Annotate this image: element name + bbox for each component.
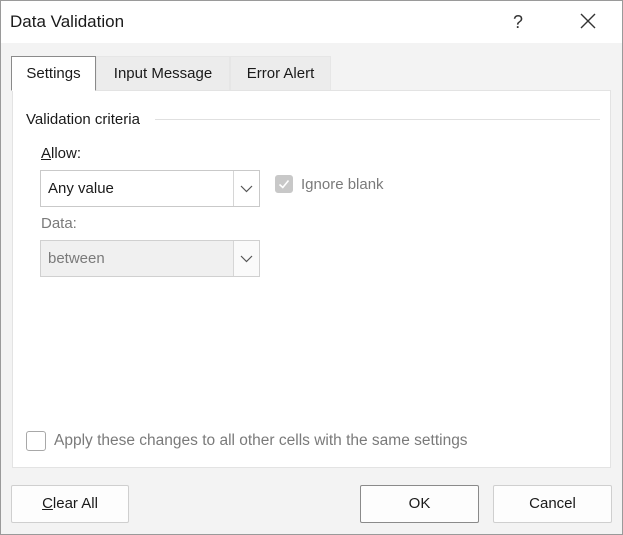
title-bar: Data Validation ? <box>1 1 622 43</box>
ignore-blank-label: Ignore blank <box>301 175 384 193</box>
allow-select-value: Any value <box>48 180 114 197</box>
tab-error-alert[interactable]: Error Alert <box>230 56 331 90</box>
dialog-title: Data Validation <box>10 12 125 31</box>
close-button[interactable] <box>566 5 610 39</box>
chevron-down-icon <box>240 255 253 263</box>
allow-label: Allow: <box>41 145 81 162</box>
clear-all-button[interactable]: Clear All <box>11 485 129 523</box>
ignore-blank-checkbox-row[interactable]: Ignore blank <box>275 175 384 193</box>
tab-settings[interactable]: Settings <box>11 56 96 91</box>
data-dropdown-button[interactable] <box>233 241 259 276</box>
cancel-button[interactable]: Cancel <box>493 485 612 523</box>
apply-all-checkbox[interactable] <box>26 431 46 451</box>
tab-input-message[interactable]: Input Message <box>96 56 230 90</box>
checkmark-icon <box>278 179 290 189</box>
allow-access-key: A <box>41 145 52 162</box>
help-button[interactable]: ? <box>498 5 538 39</box>
data-validation-dialog: Data Validation ? Settings Input Message… <box>0 0 623 535</box>
chevron-down-icon <box>240 185 253 193</box>
ok-button[interactable]: OK <box>360 485 479 523</box>
allow-select[interactable]: Any value <box>40 170 260 207</box>
clear-all-label: lear All <box>52 495 98 512</box>
data-select[interactable]: between <box>40 240 260 277</box>
validation-criteria-label: Validation criteria <box>26 111 140 128</box>
clear-all-access-key: C <box>42 495 53 512</box>
data-select-value: between <box>48 250 105 267</box>
settings-panel: Validation criteria Allow: Any value Ign… <box>12 90 611 468</box>
apply-all-checkbox-row[interactable]: Apply these changes to all other cells w… <box>26 431 468 451</box>
allow-dropdown-button[interactable] <box>233 171 259 206</box>
ignore-blank-checkbox[interactable] <box>275 175 293 193</box>
data-label: Data: <box>41 215 77 232</box>
group-divider <box>155 119 600 120</box>
close-icon <box>580 13 596 29</box>
apply-all-label: Apply these changes to all other cells w… <box>54 432 468 449</box>
allow-label-text: llow: <box>51 145 82 162</box>
